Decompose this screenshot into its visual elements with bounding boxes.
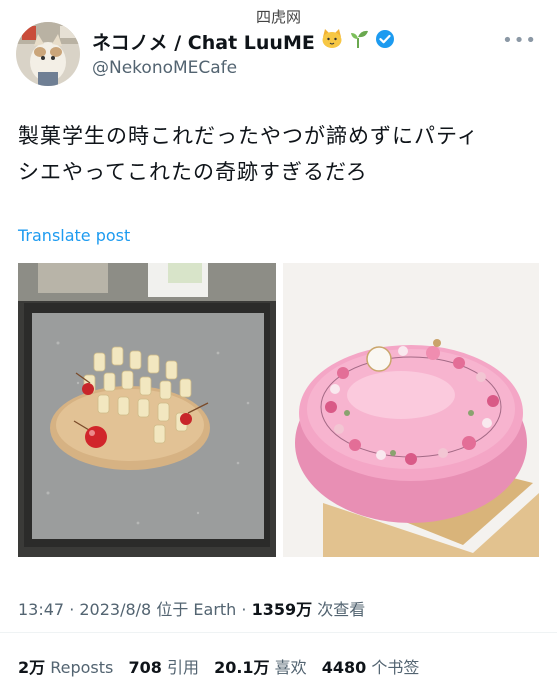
author-display-name[interactable]: ネコノメ / Chat LuuME bbox=[92, 28, 315, 55]
quotes-stat[interactable]: 708 引用 bbox=[128, 658, 204, 677]
tweet-stats: 2万 Reposts 708 引用 20.1万 喜欢 4480 个书签 bbox=[18, 654, 429, 678]
author-handle[interactable]: @NekonoMECafe bbox=[92, 58, 237, 78]
bookmarks-stat[interactable]: 4480 个书签 bbox=[322, 658, 420, 677]
likes-stat[interactable]: 20.1万 喜欢 bbox=[214, 658, 312, 677]
views-count: 1359万 bbox=[251, 600, 313, 619]
avatar[interactable] bbox=[16, 22, 80, 86]
likes-label: 喜欢 bbox=[274, 658, 307, 677]
sprout-icon bbox=[349, 29, 369, 54]
tweet-time[interactable]: 13:47 bbox=[18, 600, 64, 619]
cat-face-icon bbox=[321, 29, 343, 54]
failed-cake-photo[interactable] bbox=[18, 263, 276, 557]
meta-separator: · bbox=[69, 600, 80, 619]
tweet-date[interactable]: 2023/8/8 bbox=[79, 600, 151, 619]
views-label: 次查看 bbox=[317, 600, 366, 619]
meta-separator: · bbox=[241, 600, 252, 619]
tweet-text-line: 製菓学生の時これだったやつが諦めずにパティ bbox=[18, 124, 479, 148]
tweet-location: 位于 Earth bbox=[156, 600, 237, 619]
bookmarks-label: 个书签 bbox=[371, 658, 420, 677]
pink-cake-photo[interactable] bbox=[283, 263, 539, 557]
divider bbox=[0, 632, 557, 633]
reposts-stat[interactable]: 2万 Reposts bbox=[18, 658, 118, 677]
watermark: 四虎网 bbox=[255, 8, 301, 26]
translate-post-link[interactable]: Translate post bbox=[18, 226, 130, 245]
tweet-meta: 13:47 · 2023/8/8 位于 Earth · 1359万 次查看 bbox=[18, 596, 365, 620]
verified-badge-icon bbox=[375, 29, 395, 54]
author-name-row[interactable]: ネコノメ / Chat LuuME bbox=[92, 28, 395, 55]
more-options-icon[interactable]: ••• bbox=[502, 30, 537, 51]
quotes-count: 708 bbox=[128, 658, 162, 677]
tweet-text: 製菓学生の時これだったやつが諦めずにパティ シエやってこれたの奇跡すぎるだろ bbox=[18, 118, 538, 190]
tweet-text-line: シエやってこれたの奇跡すぎるだろ bbox=[18, 160, 368, 184]
reposts-count: 2万 bbox=[18, 658, 46, 677]
quotes-label: 引用 bbox=[166, 658, 199, 677]
reposts-label: Reposts bbox=[50, 658, 114, 677]
bookmarks-count: 4480 bbox=[321, 658, 367, 677]
likes-count: 20.1万 bbox=[214, 658, 270, 677]
